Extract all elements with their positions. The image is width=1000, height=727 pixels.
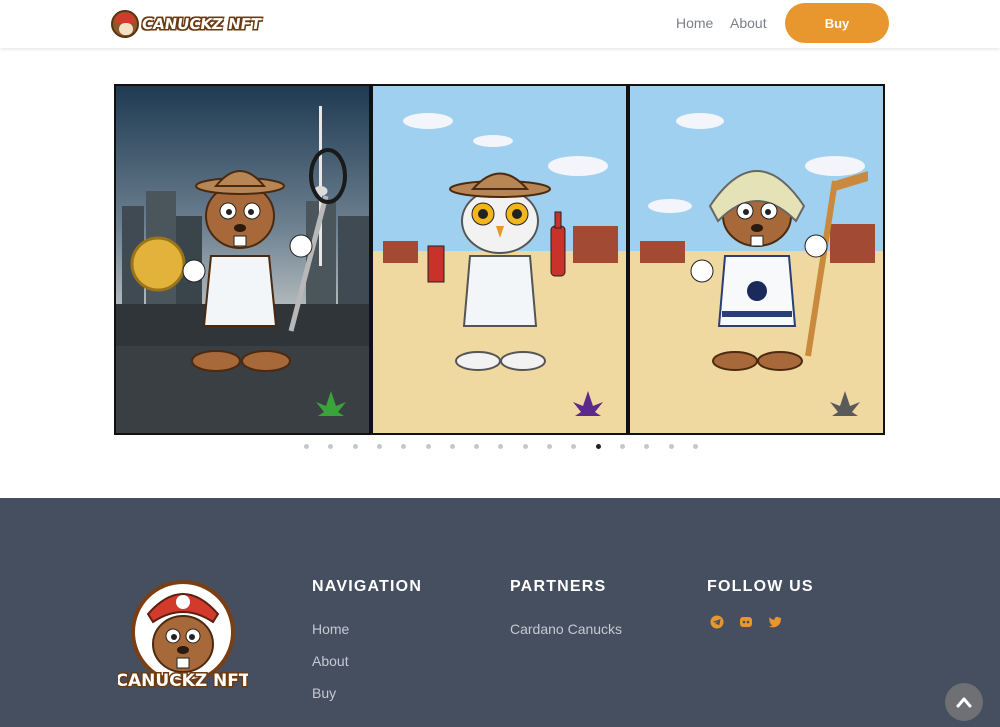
twitter-icon[interactable] — [768, 615, 782, 629]
carousel-dot[interactable] — [352, 444, 358, 449]
carousel-dot[interactable] — [474, 444, 480, 449]
carousel-dot[interactable] — [571, 444, 577, 449]
beaver-lacrosse-image — [116, 86, 369, 433]
beaver-logo-icon — [111, 10, 139, 38]
nav-home[interactable]: Home — [676, 0, 713, 46]
nav-about[interactable]: About — [730, 0, 767, 46]
beaver-hockey-image — [630, 86, 883, 433]
nft-carousel[interactable] — [114, 84, 886, 435]
nft-slide-beaver-hockey[interactable] — [628, 84, 885, 435]
buy-button[interactable]: Buy — [785, 3, 889, 43]
logo-text: CANUCKZ NFT — [140, 15, 263, 33]
footer-link-cardano-canucks[interactable]: Cardano Canucks — [510, 621, 622, 637]
carousel-dot[interactable] — [619, 444, 625, 449]
footer-follow-title: FOLLOW US — [707, 578, 814, 595]
scroll-to-top-button[interactable] — [945, 683, 983, 721]
telegram-icon[interactable] — [710, 615, 724, 629]
nav-about-link[interactable]: About — [730, 15, 767, 31]
footer-logo-text: CANUCKZ NFT — [118, 671, 248, 691]
site-footer: CANUCKZ NFT — [0, 498, 1000, 727]
carousel-dot[interactable] — [449, 444, 455, 449]
carousel-dot[interactable] — [328, 444, 334, 449]
carousel-dot[interactable] — [498, 444, 504, 449]
discord-icon[interactable] — [739, 615, 753, 629]
carousel-dot[interactable] — [304, 444, 309, 449]
nft-slide-owl-drinks[interactable] — [371, 84, 628, 435]
owl-drinks-image — [373, 86, 626, 433]
carousel-dot[interactable] — [644, 444, 650, 449]
carousel-dot[interactable] — [401, 444, 407, 449]
carousel-dot[interactable] — [692, 444, 698, 449]
carousel-dot[interactable] — [595, 444, 601, 449]
chevron-up-icon — [956, 697, 972, 708]
footer-link-about[interactable]: About — [312, 653, 349, 669]
footer-beaver-logo-icon[interactable]: CANUCKZ NFT — [118, 574, 248, 698]
footer-partners-title: PARTNERS — [510, 578, 607, 595]
site-logo[interactable]: CANUCKZ NFT — [111, 9, 263, 39]
nav-home-link[interactable]: Home — [676, 15, 713, 31]
footer-link-home[interactable]: Home — [312, 621, 349, 637]
nft-slide-beaver-lacrosse[interactable] — [114, 84, 371, 435]
carousel-dot[interactable] — [547, 444, 552, 449]
carousel-dot[interactable] — [522, 444, 528, 449]
carousel-dot[interactable] — [668, 444, 674, 449]
site-header: CANUCKZ NFT Home About Buy — [0, 0, 1000, 48]
footer-link-buy[interactable]: Buy — [312, 685, 336, 701]
carousel-dot[interactable] — [376, 444, 382, 449]
footer-navigation-title: NAVIGATION — [312, 578, 423, 595]
carousel-dot[interactable] — [425, 444, 431, 449]
